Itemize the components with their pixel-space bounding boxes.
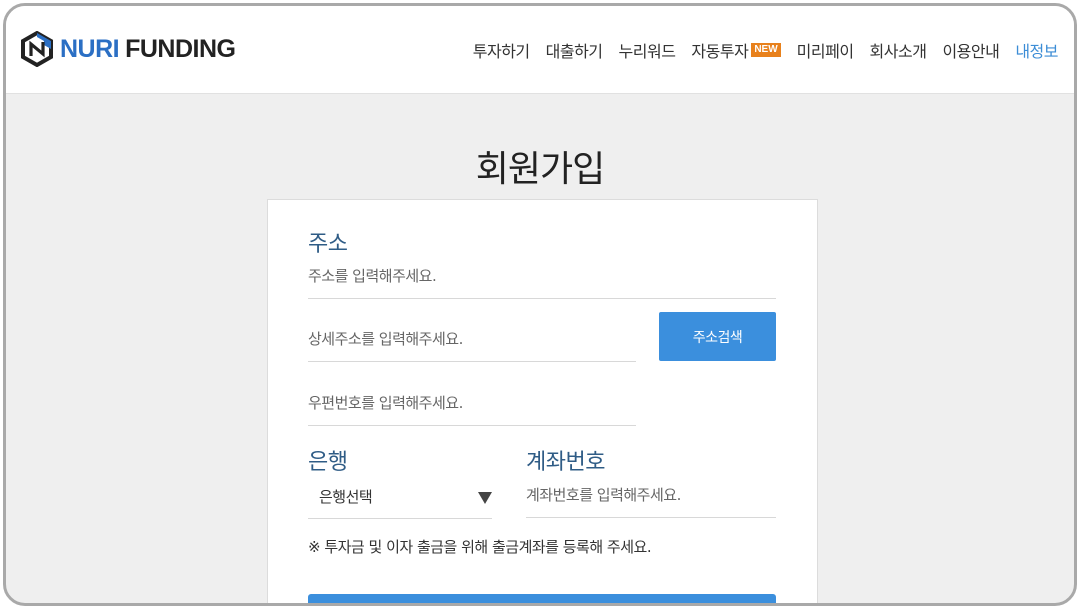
hexagon-n-logo-icon	[20, 31, 54, 67]
logo-wordmark: NURI FUNDING	[60, 31, 236, 67]
site-header: NURI FUNDING 투자하기 대출하기 누리워드 자동투자 NEW 미리페이 …	[6, 6, 1074, 94]
nav-item-label: 누리워드	[618, 42, 676, 61]
account-field-wrapper	[526, 473, 776, 518]
new-badge: NEW	[751, 43, 781, 57]
nav-item-label: 이용안내	[942, 42, 1000, 61]
nav-item-label: 투자하기	[472, 42, 530, 61]
nav-item-label: 미리페이	[796, 42, 854, 61]
account-section-label: 계좌번호	[526, 450, 605, 475]
nav-item-label: 회사소개	[869, 42, 927, 61]
nav-item-my-info[interactable]: 내정보	[1015, 38, 1058, 62]
zipcode-input[interactable]	[308, 381, 636, 425]
site-logo[interactable]: NURI FUNDING	[20, 31, 236, 67]
nav-item-auto-invest[interactable]: 자동투자 NEW	[691, 38, 781, 62]
withdrawal-notice: ※ 투자금 및 이자 출금을 위해 출금계좌를 등록해 주세요.	[308, 538, 652, 556]
nav-item-miripay[interactable]: 미리페이	[797, 38, 854, 62]
detail-address-input[interactable]	[308, 317, 636, 361]
signup-form-card: 주소 주소검색 은행 계좌번호 은행선택 ※ 투자금 및 이자 출금을 위해 출…	[267, 199, 818, 603]
nav-item-invest[interactable]: 투자하기	[473, 38, 530, 62]
nav-item-company[interactable]: 회사소개	[870, 38, 927, 62]
detail-address-field-wrapper	[308, 317, 636, 362]
bank-section-label: 은행	[308, 450, 348, 475]
zipcode-field-wrapper	[308, 381, 636, 426]
nav-item-label: 대출하기	[545, 42, 603, 61]
logo-word-funding: FUNDING	[125, 35, 236, 63]
nav-item-loan[interactable]: 대출하기	[546, 38, 603, 62]
account-number-input[interactable]	[526, 473, 776, 517]
logo-word-nuri: NURI	[60, 35, 120, 63]
bank-select[interactable]: 은행선택	[308, 476, 492, 519]
nav-item-label: 내정보	[1015, 42, 1058, 61]
browser-frame: NURI FUNDING 투자하기 대출하기 누리워드 자동투자 NEW 미리페이 …	[3, 3, 1077, 606]
address-input[interactable]	[308, 254, 776, 298]
nav-item-label: 자동투자	[691, 42, 749, 61]
page-title: 회원가입	[475, 149, 605, 190]
nav-item-nuriward[interactable]: 누리워드	[619, 38, 676, 62]
main-nav: 투자하기 대출하기 누리워드 자동투자 NEW 미리페이 회사소개 이용안내 내정…	[457, 38, 1059, 62]
submit-button[interactable]	[308, 594, 776, 603]
dropdown-arrow-icon	[478, 492, 492, 504]
bank-select-value: 은행선택	[319, 488, 373, 506]
nav-item-guide[interactable]: 이용안내	[942, 38, 999, 62]
address-search-button[interactable]: 주소검색	[659, 312, 776, 361]
address-field-wrapper	[308, 254, 776, 299]
